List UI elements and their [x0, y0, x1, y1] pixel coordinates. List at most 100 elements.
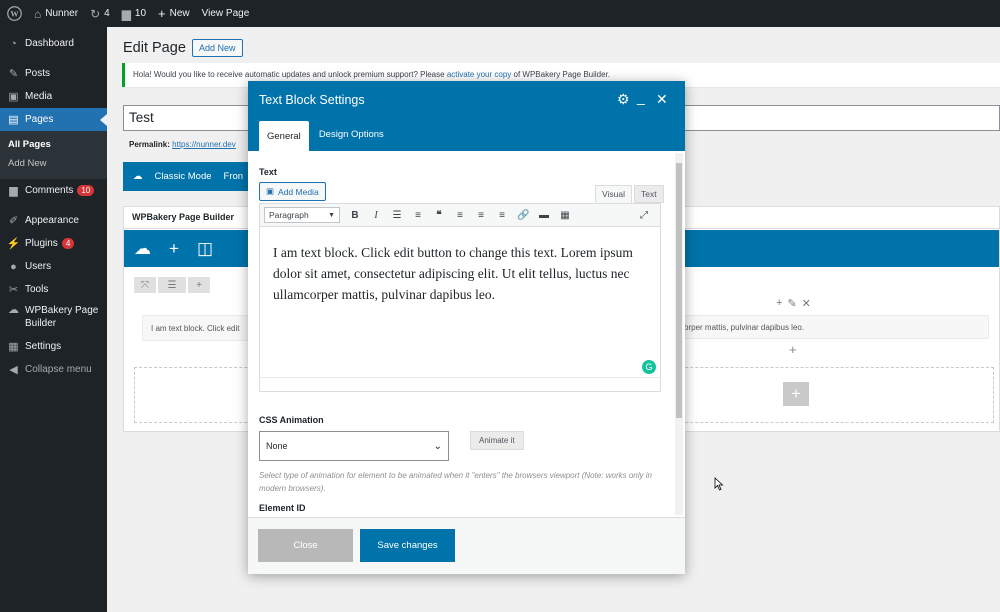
bullet-list-icon[interactable]: ☰ — [391, 210, 403, 221]
align-left-icon[interactable]: ≡ — [454, 210, 466, 221]
updates-link[interactable]: ↻ 4 — [84, 0, 116, 27]
modal-scrollbar[interactable] — [675, 153, 683, 515]
sidebar-item-appearance[interactable]: ✐ Appearance — [0, 209, 107, 232]
sidebar-item-settings[interactable]: ▦ Settings — [0, 335, 107, 358]
editor-toolbar: Paragraph ▼ B I ☰ ≡ ❝ ≡ ≡ ≡ 🔗 ▬ ▦ ⤢ — [259, 203, 661, 227]
new-label: New — [169, 8, 190, 19]
editor-resize-bar[interactable] — [260, 377, 660, 391]
text-editor[interactable]: I am text block. Click edit button to ch… — [259, 227, 661, 392]
tab-general[interactable]: General — [259, 121, 309, 151]
sidebar-item-label: Collapse menu — [25, 364, 92, 375]
user-icon: ● — [10, 260, 17, 273]
view-page-link[interactable]: View Page — [196, 0, 256, 27]
sidebar-item-label: Settings — [25, 341, 62, 352]
editor-content[interactable]: I am text block. Click edit button to ch… — [260, 227, 660, 320]
add-media-label: Add Media — [278, 186, 319, 197]
minimize-icon[interactable]: _ — [637, 89, 645, 105]
home-icon: ⌂ — [34, 6, 42, 21]
align-center-icon[interactable]: ≡ — [475, 210, 487, 221]
sidebar-item-label: Pages — [25, 114, 54, 125]
wpbakery-logo-icon[interactable]: ☁ — [134, 239, 151, 259]
comment-icon: ▆ — [9, 185, 18, 197]
sidebar-item-collapse[interactable]: ◀ Collapse menu — [0, 358, 107, 381]
italic-icon[interactable]: I — [370, 210, 382, 221]
sidebar-item-pages[interactable]: ▤ Pages — [0, 108, 107, 131]
admin-sidebar: ◔ Dashboard ✎ Posts ▣ Media ▤ Pages All … — [0, 27, 107, 612]
toolbar-toggle-icon[interactable]: ▦ — [559, 210, 571, 221]
svg-text:W: W — [10, 10, 19, 19]
activate-link[interactable]: activate your copy — [447, 70, 511, 79]
sidebar-item-plugins[interactable]: ⚡ Plugins 4 — [0, 232, 107, 255]
site-name-link[interactable]: ⌂ Nunner — [28, 0, 84, 27]
notice-text-end: of WPBakery Page Builder. — [511, 70, 611, 79]
add-icon[interactable]: + — [776, 297, 782, 310]
admin-bar: W ⌂ Nunner ↻ 4 ▆ 10 + New View Page — [0, 0, 1000, 27]
css-animation-select[interactable]: None ⌄ — [259, 431, 449, 461]
add-media-button[interactable]: ▣ Add Media — [259, 182, 326, 201]
wordpress-logo-icon[interactable]: W — [0, 0, 28, 27]
permalink-url[interactable]: https://nunner.dev — [172, 140, 236, 149]
add-column-icon[interactable]: + — [188, 277, 210, 293]
pages-submenu: All Pages Add New — [0, 131, 107, 179]
css-animation-help: Select type of animation for element to … — [259, 471, 652, 493]
cloud-icon: ☁ — [8, 304, 19, 316]
sidebar-item-users[interactable]: ● Users — [0, 255, 107, 278]
sidebar-item-posts[interactable]: ✎ Posts — [0, 62, 107, 85]
animate-it-button[interactable]: Animate it — [470, 431, 524, 450]
save-changes-button[interactable]: Save changes — [360, 529, 455, 562]
read-more-icon[interactable]: ▬ — [538, 210, 550, 221]
view-page-label: View Page — [201, 8, 250, 19]
add-element-button[interactable]: + — [783, 382, 809, 406]
comments-link[interactable]: ▆ 10 — [116, 0, 152, 27]
comment-icon: ▆ — [121, 6, 131, 21]
editor-tab-text[interactable]: Text — [634, 185, 664, 203]
add-element-icon[interactable]: + — [169, 239, 179, 259]
close-icon[interactable]: ✕ — [656, 91, 668, 108]
move-row-icon[interactable]: ⤧ — [134, 277, 156, 293]
fullscreen-icon[interactable]: ⤢ — [638, 210, 650, 221]
add-new-button[interactable]: Add New — [192, 39, 243, 57]
submenu-all-pages[interactable]: All Pages — [0, 135, 107, 154]
submenu-add-new[interactable]: Add New — [0, 154, 107, 173]
link-icon[interactable]: 🔗 — [517, 210, 529, 221]
blockquote-icon[interactable]: ❝ — [433, 210, 445, 221]
tab-design-options[interactable]: Design Options — [311, 118, 392, 151]
delete-icon[interactable]: ✕ — [802, 297, 811, 310]
new-content-link[interactable]: + New — [152, 0, 196, 27]
editor-tab-visual[interactable]: Visual — [595, 185, 632, 203]
builder-mode-bar: ☁ Classic Mode Fron — [123, 162, 263, 191]
plus-icon: + — [158, 6, 166, 21]
edit-pencil-icon[interactable]: ✎ — [787, 297, 796, 310]
align-right-icon[interactable]: ≡ — [496, 210, 508, 221]
modal-title: Text Block Settings — [259, 92, 365, 107]
gear-icon[interactable]: ⚙ — [617, 91, 630, 108]
frontend-editor-button[interactable]: Fron — [224, 171, 244, 182]
close-button[interactable]: Close — [258, 529, 353, 562]
numbered-list-icon[interactable]: ≡ — [412, 210, 424, 221]
wrench-icon: ✂ — [8, 284, 19, 296]
add-media-icon: ▣ — [266, 186, 275, 196]
sidebar-item-comments[interactable]: ▆ Comments 10 — [0, 179, 107, 202]
column-tools: + ✎ ✕ — [776, 297, 811, 310]
add-to-column-icon[interactable]: + — [789, 342, 797, 357]
collapse-icon: ◀ — [9, 364, 18, 376]
scrollbar-thumb[interactable] — [676, 163, 682, 418]
sidebar-item-media[interactable]: ▣ Media — [0, 85, 107, 108]
templates-icon[interactable]: ◫ — [197, 239, 213, 259]
modal-footer: Close Save changes — [248, 517, 685, 574]
text-block-preview-right[interactable]: orper mattis, pulvinar dapibus leo. — [679, 315, 989, 339]
sidebar-item-label: Appearance — [25, 215, 79, 226]
sidebar-item-tools[interactable]: ✂ Tools — [0, 278, 107, 301]
classic-mode-button[interactable]: Classic Mode — [155, 171, 212, 182]
plug-icon: ⚡ — [6, 238, 21, 250]
dropdown-arrow-icon: ▼ — [328, 211, 335, 219]
settings-icon: ▦ — [8, 341, 19, 353]
sidebar-item-wpbakery[interactable]: ☁ WPBakery Page Builder — [0, 301, 107, 335]
sidebar-item-dashboard[interactable]: ◔ Dashboard — [0, 32, 107, 55]
text-block-preview-left[interactable]: I am text block. Click edit — [142, 315, 252, 341]
format-select[interactable]: Paragraph ▼ — [264, 207, 340, 223]
grammarly-icon[interactable]: G — [642, 360, 656, 374]
sidebar-item-label: Media — [25, 91, 53, 102]
bold-icon[interactable]: B — [349, 210, 361, 221]
row-layout-icon[interactable]: ☰ — [158, 277, 186, 293]
